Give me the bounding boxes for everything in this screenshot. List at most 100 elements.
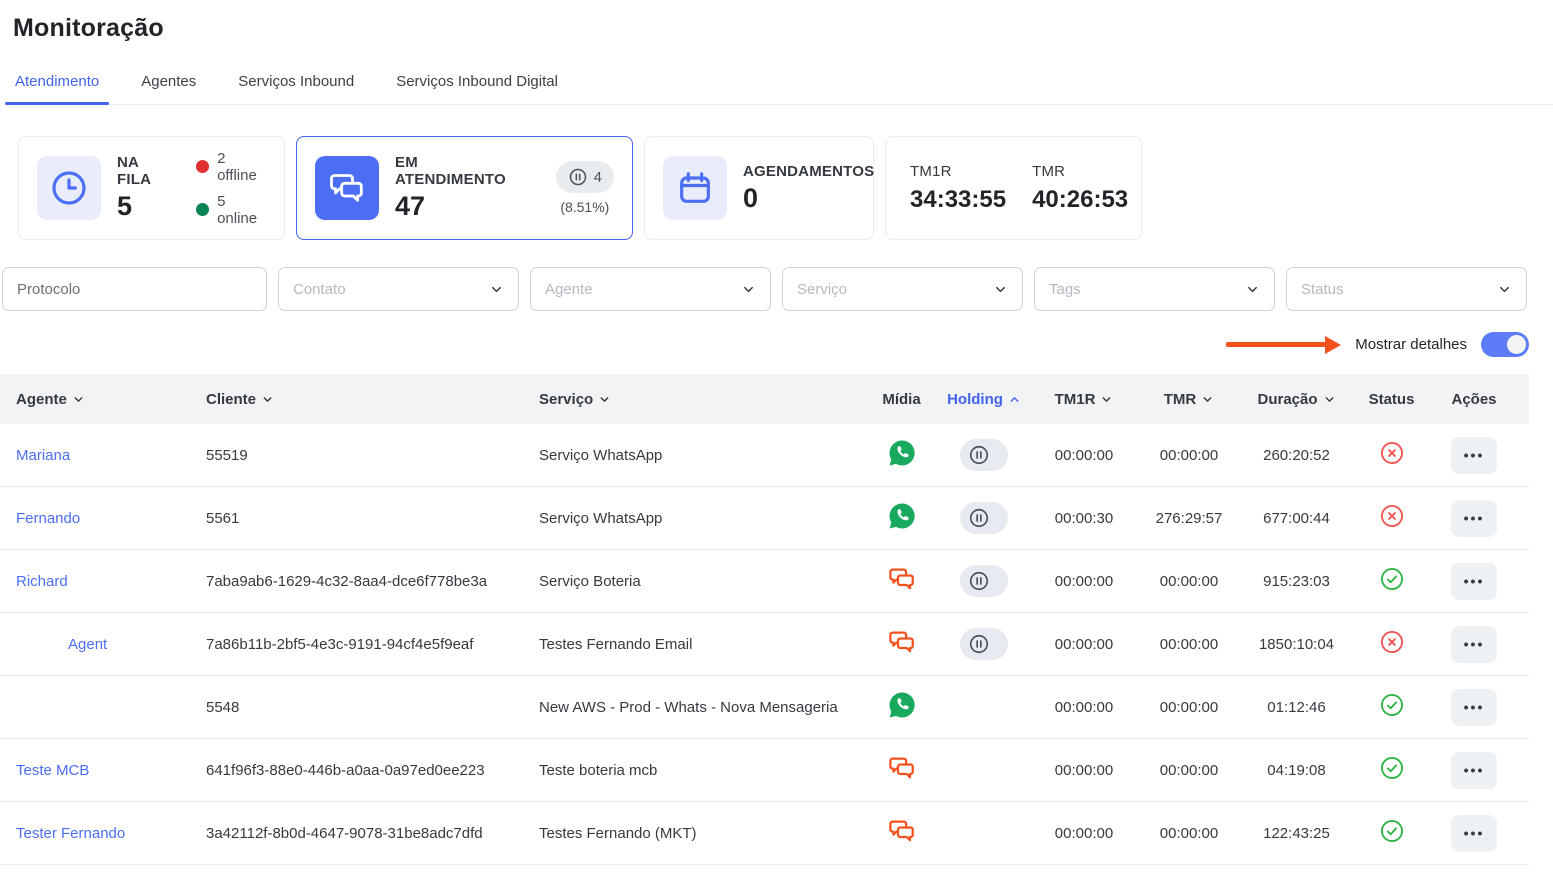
table-row: Agent 7a86b11b-2bf5-4e3c-9191-94cf4e5f9e…: [0, 613, 1529, 676]
status-ok-icon: [1379, 755, 1405, 785]
protocolo-input[interactable]: [17, 281, 252, 298]
tm1r-cell: 00:00:00: [1029, 762, 1139, 779]
row-actions-button[interactable]: •••: [1451, 689, 1497, 726]
show-details-toggle[interactable]: [1481, 332, 1529, 357]
status-ok-icon: [1379, 566, 1405, 596]
status-error-icon: [1379, 440, 1405, 470]
tmr-value: 40:26:53: [1032, 186, 1128, 214]
pause-circle-icon: [968, 444, 990, 466]
tab-servicos-inbound[interactable]: Serviços Inbound: [236, 67, 356, 104]
duration-cell: 260:20:52: [1239, 447, 1354, 464]
whatsapp-icon: [887, 501, 917, 535]
client-cell: 3a42112f-8b0d-4647-9078-31be8adc7dfd: [206, 825, 539, 842]
tab-bar: Atendimento Agentes Serviços Inbound Ser…: [13, 67, 1553, 105]
holding-pause-button[interactable]: [960, 439, 1008, 471]
table-row: 5548 New AWS - Prod - Whats - Nova Mensa…: [0, 676, 1529, 739]
col-header-tmr[interactable]: TMR: [1139, 391, 1239, 408]
duration-cell: 01:12:46: [1239, 699, 1354, 716]
agent-link[interactable]: Agent: [16, 636, 107, 653]
card-na-fila[interactable]: NA FILA 5 2 offline 5 online: [18, 136, 285, 240]
sort-up-icon: [1008, 393, 1021, 406]
client-cell: 55519: [206, 447, 539, 464]
duration-cell: 1850:10:04: [1239, 636, 1354, 653]
tab-atendimento[interactable]: Atendimento: [13, 67, 101, 104]
chevron-down-icon: [1245, 282, 1260, 297]
clock-icon: [37, 156, 101, 220]
tmr-cell: 276:29:57: [1139, 510, 1239, 527]
table-row: Tester Fernando 3a42112f-8b0d-4647-9078-…: [0, 802, 1529, 865]
em-atendimento-label: EM ATENDIMENTO: [395, 154, 530, 188]
client-cell: 7a86b11b-2bf5-4e3c-9191-94cf4e5f9eaf: [206, 636, 539, 653]
holding-pause-button[interactable]: [960, 565, 1008, 597]
tab-servicos-inbound-digital[interactable]: Serviços Inbound Digital: [394, 67, 560, 104]
col-header-duracao[interactable]: Duração: [1239, 391, 1354, 408]
col-header-servico[interactable]: Serviço: [539, 391, 864, 408]
protocolo-filter[interactable]: [2, 267, 267, 311]
agent-link[interactable]: Richard: [16, 573, 68, 590]
status-error-icon: [1379, 503, 1405, 533]
col-header-tm1r[interactable]: TM1R: [1029, 391, 1139, 408]
agendamentos-value: 0: [743, 183, 874, 214]
queue-legend: 2 offline 5 online: [196, 150, 266, 227]
col-header-holding[interactable]: Holding: [939, 391, 1029, 408]
card-em-atendimento[interactable]: EM ATENDIMENTO 47 4 (8.51%): [296, 136, 633, 240]
row-actions-button[interactable]: •••: [1451, 437, 1497, 474]
tm1r-cell: 00:00:00: [1029, 447, 1139, 464]
tmr-cell: 00:00:00: [1139, 825, 1239, 842]
row-actions-button[interactable]: •••: [1451, 815, 1497, 852]
chevron-down-icon: [489, 282, 504, 297]
pause-circle-icon: [568, 167, 588, 187]
annotation-arrow: [1226, 336, 1341, 354]
servico-filter[interactable]: Serviço: [782, 267, 1023, 311]
client-cell: 5561: [206, 510, 539, 527]
holding-pause-button[interactable]: [960, 502, 1008, 534]
tmr-cell: 00:00:00: [1139, 573, 1239, 590]
tab-agentes[interactable]: Agentes: [139, 67, 198, 104]
service-cell: Serviço WhatsApp: [539, 510, 864, 527]
duration-cell: 122:43:25: [1239, 825, 1354, 842]
chat-bubbles-icon: [315, 156, 379, 220]
pause-circle-icon: [968, 633, 990, 655]
agent-link[interactable]: Tester Fernando: [16, 825, 125, 842]
tm1r-cell: 00:00:00: [1029, 573, 1139, 590]
col-header-midia[interactable]: Mídia: [864, 391, 939, 408]
client-cell: 7aba9ab6-1629-4c32-8aa4-dce6f778be3a: [206, 573, 539, 590]
page-title: Monitoração: [13, 14, 1553, 43]
sort-down-icon: [1100, 393, 1113, 406]
paused-count: 4: [594, 169, 602, 186]
row-actions-button[interactable]: •••: [1451, 500, 1497, 537]
status-filter[interactable]: Status: [1286, 267, 1527, 311]
agent-link[interactable]: Fernando: [16, 510, 80, 527]
sort-down-icon: [598, 393, 611, 406]
card-agendamentos[interactable]: AGENDAMENTOS 0: [644, 136, 874, 240]
table-row: Mariana 55519 Serviço WhatsApp 00:00:00 …: [0, 424, 1529, 487]
sort-down-icon: [261, 393, 274, 406]
paused-count-badge[interactable]: 4: [556, 161, 614, 193]
chevron-down-icon: [1497, 282, 1512, 297]
col-header-cliente[interactable]: Cliente: [206, 391, 539, 408]
paused-percent: (8.51%): [560, 199, 609, 215]
row-actions-button[interactable]: •••: [1451, 752, 1497, 789]
table-row: Teste MCB 641f96f3-88e0-446b-a0aa-0a97ed…: [0, 739, 1529, 802]
row-actions-button[interactable]: •••: [1451, 626, 1497, 663]
agent-link[interactable]: Teste MCB: [16, 762, 89, 779]
tm1r-cell: 00:00:00: [1029, 699, 1139, 716]
tm1r-value: 34:33:55: [910, 186, 1006, 214]
status-ok-icon: [1379, 692, 1405, 722]
pause-circle-icon: [968, 570, 990, 592]
tags-filter[interactable]: Tags: [1034, 267, 1275, 311]
tm1r-cell: 00:00:30: [1029, 510, 1139, 527]
row-actions-button[interactable]: •••: [1451, 563, 1497, 600]
client-cell: 641f96f3-88e0-446b-a0aa-0a97ed0ee223: [206, 762, 539, 779]
agente-filter[interactable]: Agente: [530, 267, 771, 311]
pause-circle-icon: [968, 507, 990, 529]
show-details-label: Mostrar detalhes: [1355, 336, 1467, 353]
holding-pause-button[interactable]: [960, 628, 1008, 660]
contato-filter[interactable]: Contato: [278, 267, 519, 311]
chevron-down-icon: [993, 282, 1008, 297]
offline-count: 2 offline: [217, 150, 266, 184]
offline-dot: [196, 160, 209, 173]
service-cell: Serviço Boteria: [539, 573, 864, 590]
col-header-agente[interactable]: Agente: [0, 391, 206, 408]
agent-link[interactable]: Mariana: [16, 447, 70, 464]
